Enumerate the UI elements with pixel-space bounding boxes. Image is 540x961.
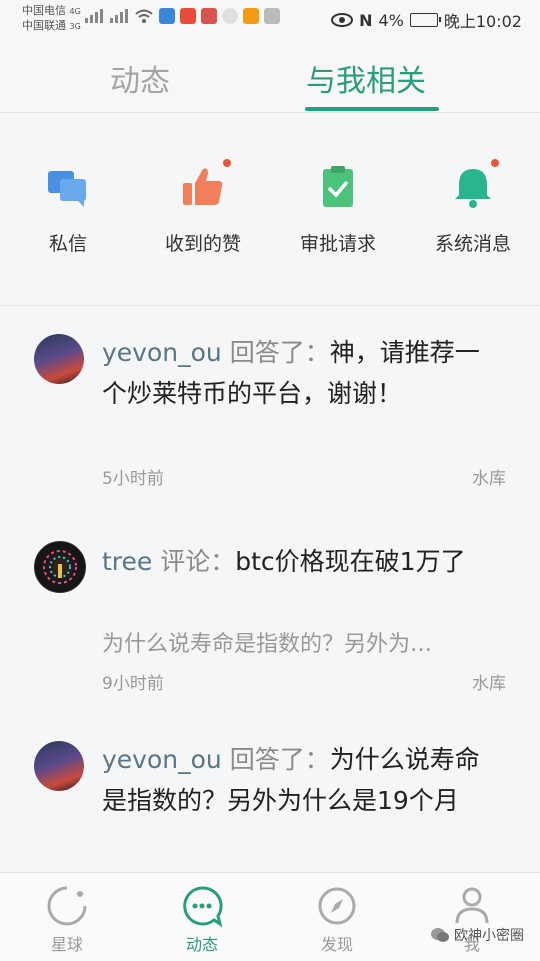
bottom-navigation: 星球 动态 发现 我 — [0, 872, 540, 961]
signal-icon — [110, 9, 128, 23]
timestamp: 5小时前 — [102, 469, 164, 489]
carrier1: 中国电信 — [22, 4, 66, 17]
compass-icon — [316, 885, 358, 927]
action-verb: 评论： — [160, 547, 236, 576]
clock: 晚上10:02 — [443, 12, 522, 31]
tab-related-to-me[interactable]: 与我相关 — [306, 56, 426, 100]
notification-icons — [84, 8, 280, 24]
mail-app-icon — [201, 8, 217, 24]
nav-discover[interactable]: 发现 — [287, 885, 387, 955]
avatar[interactable] — [34, 334, 84, 384]
system-status: N 4% 晚上10:02 — [331, 8, 522, 32]
person-icon — [451, 885, 493, 927]
username[interactable]: yevon_ou — [102, 338, 222, 367]
username[interactable]: tree — [102, 547, 152, 576]
signal-icon — [85, 9, 103, 23]
post-text: yevon_ou 回答了：神，请推荐一个炒莱特币的平台，谢谢！ — [102, 332, 492, 414]
carrier-info: 中国电信 4G 中国联通 3G — [22, 4, 81, 34]
post-text: tree 评论：btc价格现在破1万了 — [102, 541, 492, 582]
watermark-text: 欧神小密圈 — [454, 928, 524, 944]
battery-icon — [409, 13, 441, 27]
status-bar: 中国电信 4G 中国联通 3G N 4% 晚上10:02 — [0, 0, 540, 36]
likes-badge-dot — [223, 159, 231, 167]
username[interactable]: yevon_ou — [102, 745, 222, 774]
carrier1-network: 4G — [69, 7, 81, 16]
avatar[interactable] — [34, 741, 84, 791]
chat-bubbles-icon — [46, 165, 90, 209]
post-content: btc价格现在破1万了 — [235, 547, 466, 576]
private-message-button[interactable]: 私信 — [8, 165, 128, 256]
source-label[interactable]: 水库 — [472, 464, 506, 489]
action-verb: 回答了： — [229, 745, 330, 774]
source-label[interactable]: 水库 — [472, 669, 506, 694]
clipboard-check-icon — [316, 165, 360, 209]
approval-requests-label: 审批请求 — [299, 233, 376, 255]
bell-icon — [451, 159, 499, 209]
avatar-pattern-icon — [43, 550, 77, 584]
quoted-question[interactable]: 为什么说寿命是指数的？另外为… — [102, 626, 502, 658]
approval-requests-button[interactable]: 审批请求 — [278, 165, 398, 256]
system-messages-label: 系统消息 — [434, 233, 511, 255]
planet-icon — [46, 885, 88, 927]
video-app-icon — [243, 8, 259, 24]
system-messages-button[interactable]: 系统消息 — [413, 159, 533, 256]
news-app-icon — [180, 8, 196, 24]
nav-planet[interactable]: 星球 — [17, 885, 117, 955]
battery-level: 4% — [378, 10, 404, 30]
quick-actions: 私信 收到的赞 审批请求 系统消息 — [0, 113, 540, 306]
eye-icon — [331, 13, 354, 27]
nav-planet-label: 星球 — [50, 935, 83, 954]
nfc-icon: N — [359, 10, 373, 30]
active-tab-indicator — [305, 107, 439, 111]
carrier2-network: 3G — [69, 22, 81, 31]
likes-received-label: 收到的赞 — [164, 233, 241, 255]
avatar[interactable] — [34, 541, 86, 593]
wechat-icon — [431, 928, 449, 942]
action-verb: 回答了： — [229, 338, 330, 367]
carrier2: 中国联通 — [22, 19, 66, 32]
shield-app-icon — [159, 8, 175, 24]
timestamp: 9小时前 — [102, 674, 164, 694]
nav-dynamics[interactable]: 动态 — [152, 885, 252, 955]
private-message-label: 私信 — [48, 233, 87, 255]
top-tabs: 动态 与我相关 — [0, 36, 540, 113]
thumbs-up-icon — [181, 159, 231, 209]
likes-received-button[interactable]: 收到的赞 — [143, 159, 263, 256]
weibo-app-icon — [222, 8, 238, 24]
system-badge-dot — [491, 159, 499, 167]
post-text: yevon_ou 回答了：为什么说寿命是指数的？另外为什么是19个月 — [102, 739, 492, 821]
nav-discover-label: 发现 — [320, 935, 353, 954]
chat-dots-icon — [181, 885, 223, 928]
watermark: 欧神小密圈 — [430, 925, 524, 945]
wifi-icon — [135, 9, 153, 23]
nav-dynamics-label: 动态 — [185, 935, 218, 954]
tab-dynamics[interactable]: 动态 — [110, 56, 170, 100]
message-app-icon — [264, 8, 280, 24]
